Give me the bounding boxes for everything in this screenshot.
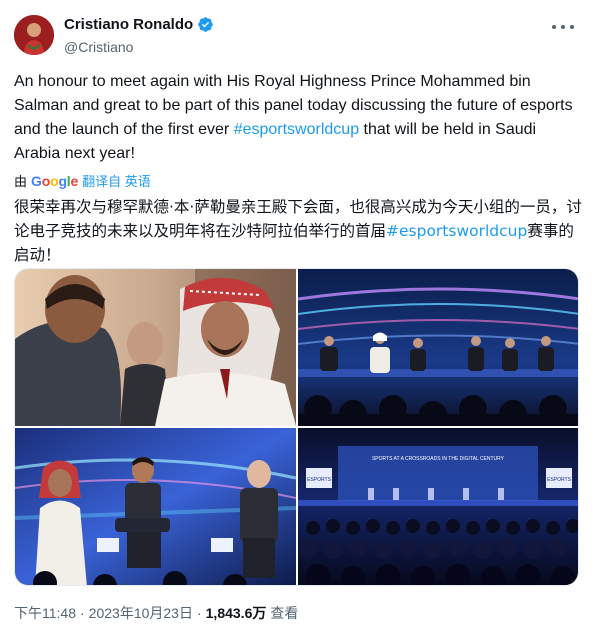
author-name-row: Cristiano Ronaldo: [64, 16, 214, 33]
tweet-meta: 下午11:48 · 2023年10月23日 · 1,843.6万 查看: [14, 603, 298, 623]
photo-panel-stage[interactable]: [298, 269, 578, 426]
translated-from-link[interactable]: 翻译自 英语: [82, 171, 151, 190]
translation-attribution: 由 Google 翻译自 英语: [14, 171, 151, 190]
more-options-icon[interactable]: [552, 20, 574, 34]
views-label: 查看: [270, 605, 299, 621]
meta-separator: ·: [196, 605, 202, 621]
avatar-image: [14, 15, 54, 55]
stage-banner-text: SPORTS AT A CROSSROADS IN THE DIGITAL CE…: [372, 456, 505, 462]
meta-separator: ·: [80, 605, 85, 621]
photo-auditorium[interactable]: SPORTS AT A CROSSROADS IN THE DIGITAL CE…: [298, 428, 578, 585]
translated-text: 很荣幸再次与穆罕默德·本·萨勒曼亲王殿下会面，也很高兴成为今天小组的一员，讨论电…: [14, 195, 582, 267]
google-logo: Google: [31, 172, 79, 189]
avatar[interactable]: [14, 15, 54, 55]
author-display-name[interactable]: Cristiano Ronaldo: [64, 16, 193, 33]
photo-meeting[interactable]: [15, 269, 296, 426]
verified-badge-icon: [197, 16, 214, 33]
tweet-time[interactable]: 下午11:48: [14, 603, 76, 623]
hashtag-link[interactable]: #esportsworldcup: [234, 121, 359, 138]
stage-logo-left-text: ESPORTS: [307, 477, 331, 483]
author-handle[interactable]: @Cristiano: [64, 39, 133, 55]
stage-logo-right-text: ESPORTS: [547, 477, 571, 483]
tweet-text: An honour to meet again with His Royal H…: [14, 70, 582, 166]
tweet-card: Cristiano Ronaldo @Cristiano An honour t…: [0, 0, 593, 628]
photo-panel-discussion[interactable]: [15, 428, 296, 585]
views-count: 1,843.6万: [205, 605, 267, 621]
tweet-date[interactable]: 2023年10月23日: [89, 603, 193, 623]
translated-hashtag-link[interactable]: #esportsworldcup: [386, 222, 527, 240]
media-grid: SPORTS AT A CROSSROADS IN THE DIGITAL CE…: [14, 268, 579, 586]
translated-by-label: 由: [14, 174, 28, 189]
